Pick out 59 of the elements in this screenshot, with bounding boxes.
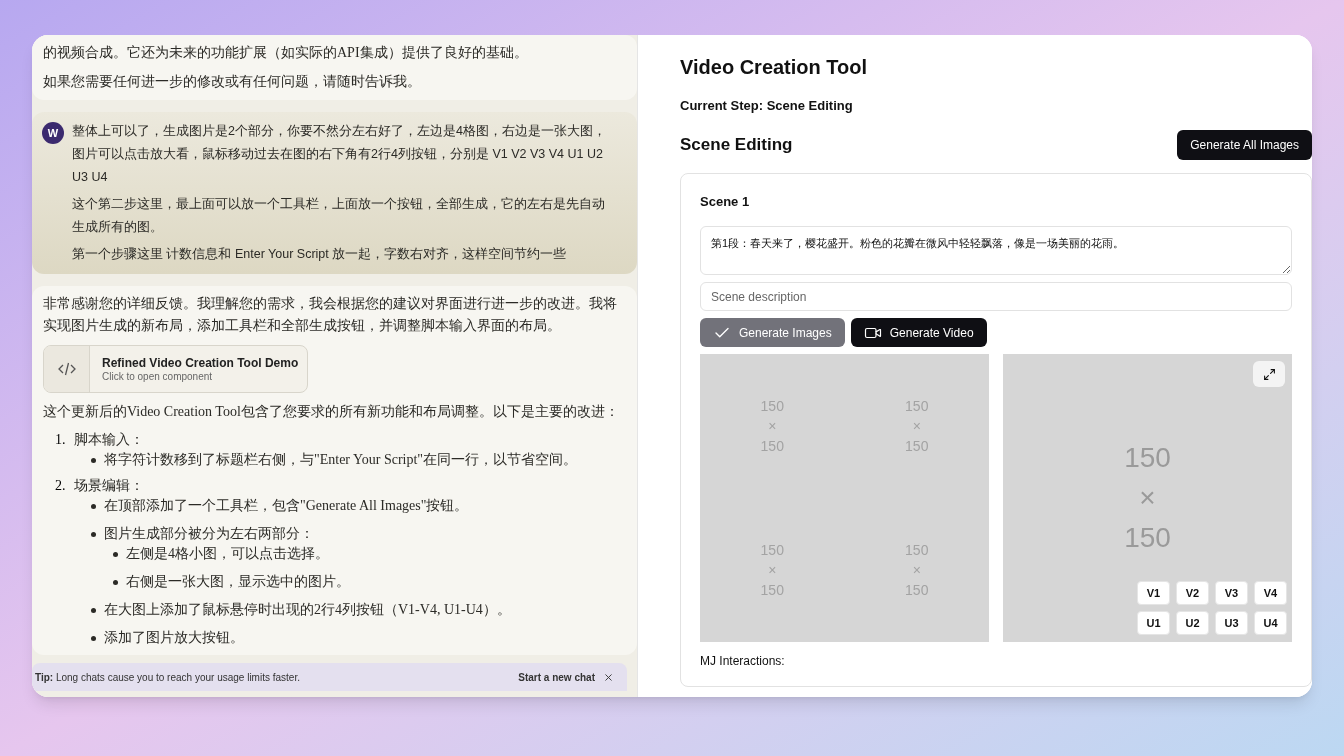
artifact-card[interactable]: Refined Video Creation Tool Demo Click to open component [43, 345, 308, 393]
bullet-icon [91, 636, 96, 641]
artifact-title: Refined Video Creation Tool Demo [102, 355, 299, 371]
new-chat-link[interactable]: Start a new chat [518, 669, 595, 685]
code-icon [56, 361, 77, 377]
description-input[interactable]: Scene description [700, 282, 1292, 311]
generate-all-button[interactable]: Generate All Images [1177, 129, 1312, 160]
bullet-icon [113, 580, 118, 585]
tool-title: Video Creation Tool [680, 55, 869, 79]
list-item-text: 场景编辑： [73, 477, 144, 495]
scene-title: Scene 1 [700, 192, 751, 211]
list-item-text: 添加了图片放大按钮。 [104, 629, 244, 647]
variation-button[interactable]: U2 [1176, 611, 1209, 635]
variation-button[interactable]: U3 [1215, 611, 1248, 635]
expand-icon [1262, 367, 1276, 381]
list-item-text: 左侧是4格小图，可以点击选择。 [126, 545, 329, 563]
bullet-icon [91, 608, 96, 613]
message-text: 这个更新后的Video Creation Tool包含了您要求的所有新功能和布局调整。以下是主要的改进： [43, 403, 620, 421]
list-number: 2. [55, 477, 66, 495]
variation-button[interactable]: U4 [1254, 611, 1287, 635]
variation-button[interactable]: U1 [1137, 611, 1170, 635]
placeholder-text: 150 [1124, 441, 1171, 475]
script-textarea[interactable]: 第1段：春天来了，樱花盛开。粉色的花瓣在微风中轻轻飘落，像是一场美丽的花雨。 [700, 226, 1292, 275]
list-item-text: 脚本输入： [73, 431, 144, 449]
user-avatar: W [42, 122, 64, 144]
tip-text: Tip: Long chats cause you to reach your usage limits faster. [35, 670, 300, 685]
artifact-subtitle: Click to open component [102, 371, 214, 383]
list-item-text: 在大图上添加了鼠标悬停时出现的2行4列按钮（V1-V4, U1-U4）。 [104, 601, 511, 619]
generate-video-button[interactable]: Generate Video [850, 318, 987, 347]
list-item-text: 右侧是一张大图，显示选中的图片。 [126, 573, 350, 591]
message-text: 的视频合成。它还为未来的功能扩展（如实际的API集成）提供了良好的基础。 [43, 44, 529, 62]
placeholder-text: × [768, 561, 777, 580]
bullet-icon [113, 552, 118, 557]
message-text: 整体上可以了，生成图片是2个部分，你要不然分左右好了，左边是4格图，右边是一张大图，图片可以点击放大看，鼠标移动过去在图的右下角有2行4列按钮，分别是 V1 V2 V3 V4 U1 U2 U3 U4 [72, 123, 607, 186]
message-text: 第一个步骤这里 计数信息和 Enter Your Script 放一起，字数右对齐，这样空间节约一些 [72, 246, 568, 263]
list-item-text: 在顶部添加了一个工具栏，包含"Generate All Images"按钮。 [104, 497, 469, 515]
section-title: Scene Editing [680, 133, 793, 156]
variation-button[interactable]: V1 [1137, 581, 1170, 605]
bullet-icon [91, 532, 96, 537]
list-item-text: 将字符计数移到了标题栏右侧，与"Enter Your Script"在同一行，以节省空间。 [104, 451, 578, 469]
list-number: 1. [55, 431, 66, 449]
bullet-icon [91, 504, 96, 509]
list-item-text: 图片生成部分被分为左右两部分： [104, 525, 314, 543]
placeholder-text: × [768, 417, 777, 436]
placeholder-text: × [912, 561, 921, 580]
variation-button[interactable]: V2 [1176, 581, 1209, 605]
placeholder-text: × [1139, 481, 1156, 515]
variation-button[interactable]: V4 [1254, 581, 1287, 605]
placeholder-text: × [912, 417, 921, 436]
mj-label: MJ Interactions: [700, 653, 786, 670]
message-text: 非常感谢您的详细反馈。我理解您的需求，我会根据您的建议对界面进行进一步的改进。我将实现图片生成的新布局，添加工具栏和全部生成按钮，并调整脚本输入界面的布局。 [43, 295, 618, 335]
expand-button[interactable] [1253, 361, 1285, 387]
placeholder-text: 150 [1124, 521, 1171, 555]
message-text: 如果您需要任何进一步的修改或有任何问题，请随时告诉我。 [43, 73, 422, 91]
current-step: Current Step: Scene Editing [680, 96, 1312, 116]
message-text: 这个第二步这里，最上面可以放一个工具栏，上面放一个按钮，全部生成，它的左右是先自动生成所有的图。 [72, 196, 606, 236]
variation-button[interactable]: V3 [1215, 581, 1248, 605]
close-icon[interactable] [603, 671, 614, 683]
bullet-icon [91, 458, 96, 463]
